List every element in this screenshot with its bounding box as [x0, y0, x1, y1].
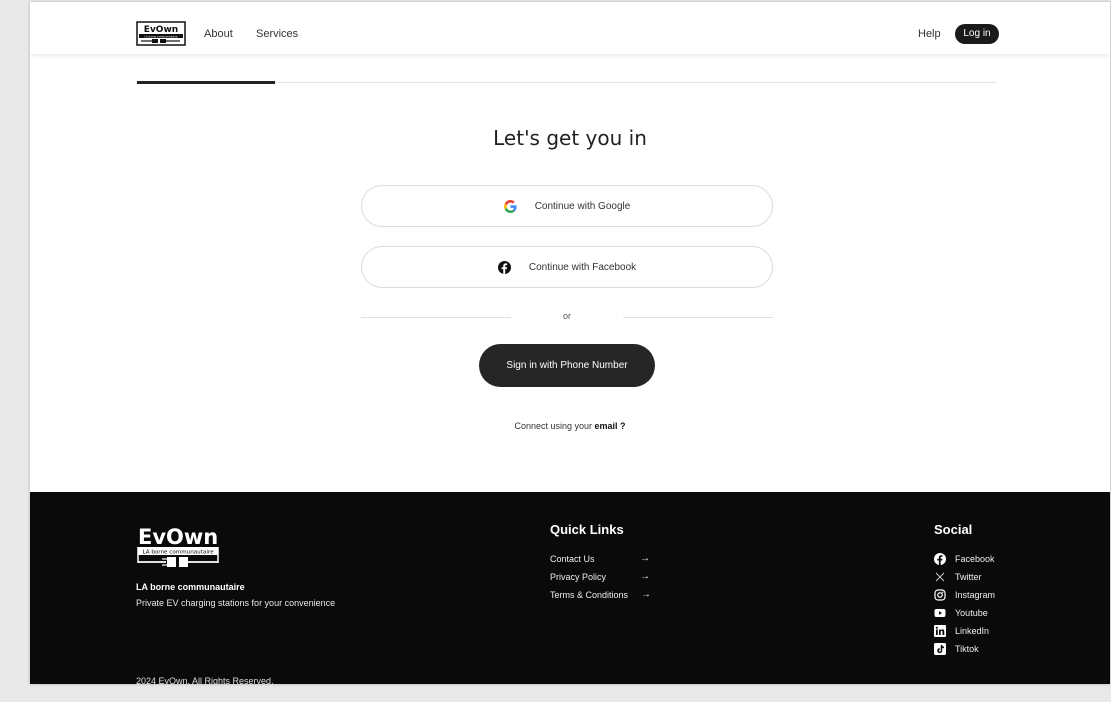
page: EvOwn LA borne communautaire About Servi…: [30, 2, 1110, 684]
social-tiktok[interactable]: Tiktok: [934, 642, 979, 656]
social-label: Youtube: [955, 608, 988, 618]
youtube-icon: [934, 609, 946, 617]
quick-link-contact[interactable]: Contact Us: [550, 554, 595, 564]
nav-help[interactable]: Help: [918, 28, 941, 40]
footer: EvOwn LA borne communautaire LA borne co…: [30, 492, 1110, 684]
email-prefix-text: Connect using your: [514, 421, 595, 431]
footer-tagline-subtitle: Private EV charging stations for your co…: [136, 598, 336, 608]
linkedin-icon: [934, 625, 946, 637]
page-title: Let's get you in: [493, 126, 647, 150]
divider-line-right: [623, 317, 773, 318]
continue-with-facebook-button[interactable]: Continue with Facebook: [361, 246, 773, 288]
top-header: EvOwn LA borne communautaire About Servi…: [30, 2, 1110, 54]
nav-services[interactable]: Services: [256, 28, 298, 40]
quick-links-title: Quick Links: [550, 522, 624, 537]
or-text: or: [562, 311, 571, 321]
tiktok-icon: [934, 643, 946, 655]
facebook-icon: [497, 260, 511, 274]
logo-wordmark: EvOwn: [144, 25, 178, 35]
footer-tagline-title: LA borne communautaire: [136, 582, 245, 592]
facebook-button-label: Continue with Facebook: [528, 261, 637, 273]
arrow-right-icon: →: [641, 589, 651, 600]
email-link[interactable]: email ?: [595, 421, 626, 431]
x-icon: [935, 572, 945, 582]
logo-subtitle: LA borne communautaire: [145, 34, 178, 38]
google-icon: [503, 199, 517, 213]
social-facebook[interactable]: Facebook: [934, 552, 995, 566]
social-twitter[interactable]: Twitter: [934, 570, 982, 584]
social-label: LinkedIn: [955, 626, 990, 636]
facebook-icon: [934, 553, 946, 565]
social-label: Twitter: [955, 572, 982, 582]
social-instagram[interactable]: Instagram: [934, 588, 995, 602]
quick-link-terms[interactable]: Terms & Conditions: [550, 590, 628, 600]
evown-logo[interactable]: EvOwn LA borne communautaire: [136, 21, 186, 46]
social-label: Facebook: [955, 554, 995, 564]
instagram-icon: [934, 589, 946, 601]
google-button-label: Continue with Google: [534, 200, 631, 212]
evown-footer-logo[interactable]: EvOwn LA borne communautaire: [136, 524, 222, 568]
active-tab-indicator: [137, 81, 275, 84]
login-button[interactable]: Log in: [955, 24, 999, 44]
footer-logo-subtitle: LA borne communautaire: [142, 549, 214, 555]
copyright-text: 2024 EvOwn. All Rights Reserved.: [136, 676, 274, 684]
social-title: Social: [934, 522, 973, 537]
social-label: Tiktok: [955, 644, 979, 654]
nav-about[interactable]: About: [204, 28, 233, 40]
quick-link-privacy[interactable]: Privacy Policy: [550, 572, 606, 582]
arrow-right-icon: →: [640, 571, 650, 582]
or-divider: or: [361, 311, 773, 325]
social-label: Instagram: [955, 590, 996, 600]
email-connect-row: Connect using your email ?: [30, 421, 1110, 431]
footer-logo-wordmark: EvOwn: [138, 525, 218, 549]
sign-in-phone-button[interactable]: Sign in with Phone Number: [479, 344, 655, 387]
social-linkedin[interactable]: LinkedIn: [934, 624, 989, 638]
continue-with-google-button[interactable]: Continue with Google: [361, 185, 773, 227]
arrow-right-icon: →: [640, 553, 650, 564]
social-youtube[interactable]: Youtube: [934, 606, 988, 620]
